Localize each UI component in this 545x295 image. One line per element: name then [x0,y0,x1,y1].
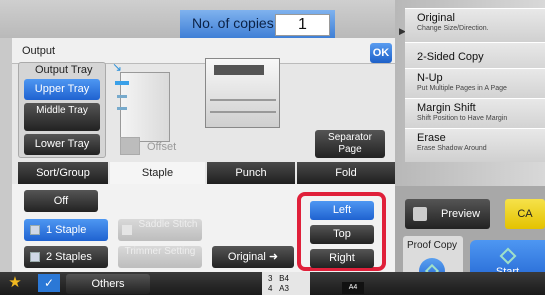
middle-tray-button[interactable]: Middle Tray [24,103,100,131]
size-val: B4 [279,274,289,283]
proof-copy-label: Proof Copy [407,240,458,251]
margin-title: Margin Shift [417,102,476,114]
offset-checkbox[interactable] [120,137,140,155]
right-item-erase[interactable]: Erase Erase Shadow Around [405,128,545,162]
two-staples-label: 2 Staples [46,251,92,263]
tab-staple-label: Staple [141,167,174,179]
separator-page-button[interactable]: Separator Page [315,130,385,158]
position-top-button[interactable]: Top [310,225,374,244]
upper-tray-button[interactable]: Upper Tray [24,79,100,100]
lower-tray-button[interactable]: Lower Tray [24,134,100,155]
copies-input[interactable]: 1 [275,14,330,36]
copier-drawer [210,111,276,113]
original-direction-button[interactable]: Original ➜ [212,246,294,268]
output-header [12,38,395,64]
tray-mark [117,95,127,98]
tab-sort-group-label: Sort/Group [36,167,90,179]
two-staples-icon [30,252,40,263]
copier-top [214,65,264,75]
tray-mark [117,107,127,110]
upper-tray-label: Upper Tray [34,83,90,95]
tab-fold-label: Fold [335,167,357,179]
copier-illustration [205,58,280,128]
offset-label: Offset [147,141,177,153]
erase-subtitle: Erase Shadow Around [417,145,487,152]
two-staples-button[interactable]: 2 Staples [24,246,108,268]
saddle-icon [122,225,132,235]
star-icon[interactable]: ★ [6,274,24,292]
one-staple-icon [30,225,40,236]
lower-tray-label: Lower Tray [34,138,90,150]
size-val: A3 [279,284,289,293]
copier-drawer [210,99,276,101]
one-staple-button[interactable]: 1 Staple [24,219,108,241]
size-row: 3 B4 [268,274,310,284]
paper-size-indicator: 3 B4 4 A3 [262,272,310,295]
start-diamond-icon [499,247,516,265]
size-num: 4 [268,284,273,293]
margin-subtitle: Shift Position to Have Margin [417,115,508,122]
original-direction-label: Original [227,251,266,263]
saddle-stitch-button[interactable]: Saddle Stitch [118,219,202,241]
position-left-button[interactable]: Left [310,201,374,220]
ok-button[interactable]: OK [370,43,392,63]
tab-fold[interactable]: Fold [297,162,395,184]
tray-arrow-icon: ↘ [112,60,123,74]
size-num: 3 [268,274,273,283]
trimmer-setting-label: Trimmer Setting [124,246,196,257]
ca-label: CA [517,208,533,220]
position-top-label: Top [333,228,351,240]
staple-off-button[interactable]: Off [24,190,98,212]
size-row: 4 A3 [268,284,310,294]
position-right-button[interactable]: Right [310,249,374,268]
trimmer-setting-button[interactable]: Trimmer Setting [118,246,202,268]
arrow-right-icon: ➜ [268,251,279,263]
saddle-stitch-label: Saddle Stitch [138,219,198,230]
nup-title: N-Up [417,72,443,84]
middle-tray-label: Middle Tray [36,105,88,116]
original-subtitle: Change Size/Direction. [417,25,489,32]
staple-off-label: Off [53,195,69,207]
right-item-original[interactable]: Original Change Size/Direction. [405,8,545,42]
right-item-nup[interactable]: N-Up Put Multiple Pages in A Page [405,68,545,102]
output-title: Output [22,45,56,57]
one-staple-label: 1 Staple [46,224,87,236]
preview-icon [413,207,427,222]
separator-page-label: Separator Page [328,132,372,155]
tab-punch-label: Punch [235,167,267,179]
tab-staple[interactable]: Staple [110,162,205,184]
tab-punch[interactable]: Punch [207,162,295,184]
others-button[interactable]: Others [66,274,150,294]
original-title: Original [417,12,455,24]
tray-highlight [115,81,129,85]
two-sided-title: 2-Sided Copy [417,51,484,63]
erase-title: Erase [417,132,446,144]
right-item-margin[interactable]: Margin Shift Shift Position to Have Margi… [405,98,545,132]
nup-subtitle: Put Multiple Pages in A Page [417,85,507,92]
output-tray-label: Output Tray [35,64,93,76]
preview-button[interactable]: Preview [405,199,490,229]
position-right-label: Right [329,252,355,264]
finisher-illustration [115,72,170,142]
preview-label: Preview [441,208,481,220]
check-icon[interactable]: ✓ [38,274,60,292]
position-left-label: Left [332,204,352,216]
copies-label: No. of copies [192,15,274,31]
tab-sort-group[interactable]: Sort/Group [18,162,108,184]
paper-badge: A4 [342,282,364,294]
ca-button[interactable]: CA [505,199,545,229]
others-label: Others [91,278,125,290]
